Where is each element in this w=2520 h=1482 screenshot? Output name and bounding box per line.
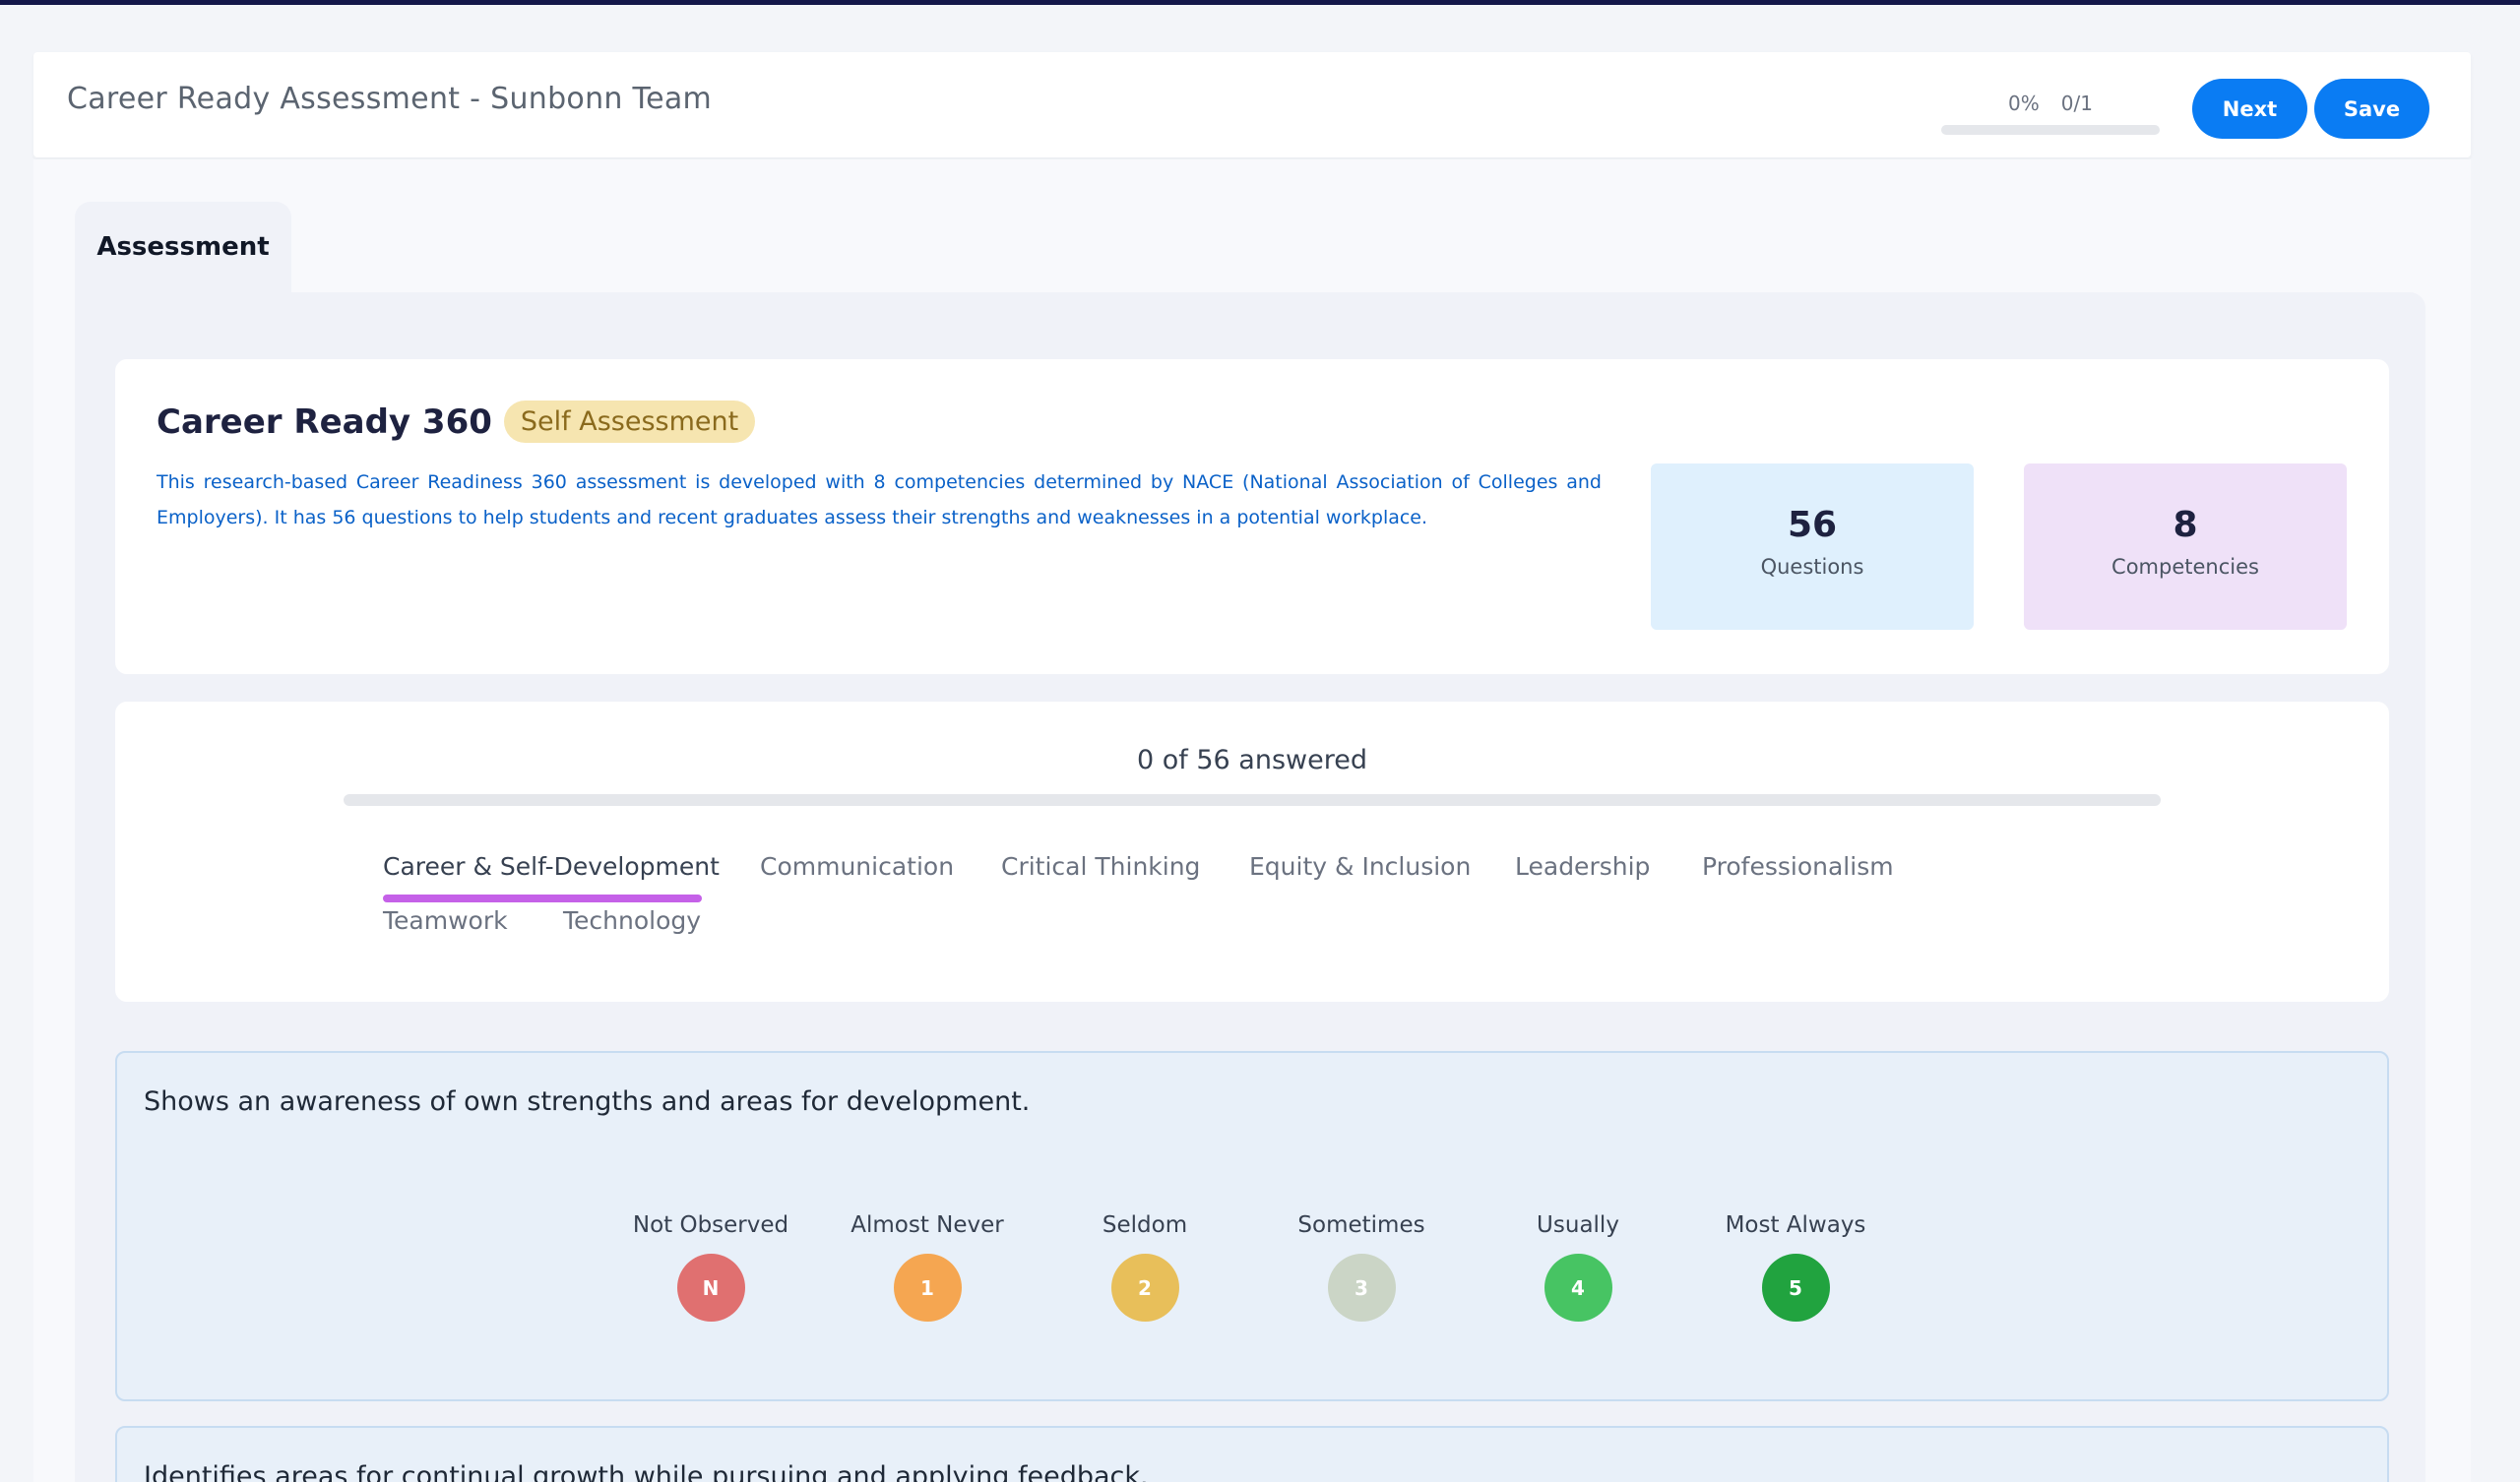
rating-option-usually: Usually 4 <box>1470 1212 1686 1322</box>
assessment-type-badge: Self Assessment <box>503 401 756 443</box>
competencies-stat: 8 Competencies <box>2024 463 2347 630</box>
rating-option-not-observed: Not Observed N <box>602 1212 819 1322</box>
progress-percent: 0% <box>2008 92 2040 115</box>
question-card: Identifies areas for continual growth wh… <box>115 1426 2389 1482</box>
assessment-description: This research-based Career Readiness 360… <box>157 471 1602 528</box>
active-tab-indicator <box>383 895 702 902</box>
assessment-title: Career Ready 360 <box>157 401 492 442</box>
tab-teamwork[interactable]: Teamwork <box>383 906 508 935</box>
category-progress-card: 0 of 56 answered Career & Self-Developme… <box>115 702 2389 1002</box>
tab-leadership[interactable]: Leadership <box>1515 852 1650 881</box>
tab-communication[interactable]: Communication <box>760 852 954 881</box>
answered-count: 0 of 56 answered <box>1137 745 1367 775</box>
questions-count: 56 <box>1787 505 1838 545</box>
rating-label: Seldom <box>1102 1212 1188 1238</box>
tab-critical-thinking[interactable]: Critical Thinking <box>1001 852 1200 881</box>
assessment-info-card: Career Ready 360 Self Assessment This re… <box>115 359 2389 674</box>
tab-equity-inclusion[interactable]: Equity & Inclusion <box>1249 852 1471 881</box>
question-text: Identifies areas for continual growth wh… <box>144 1461 1149 1482</box>
rating-button-n[interactable]: N <box>676 1254 745 1322</box>
rating-button-3[interactable]: 3 <box>1327 1254 1396 1322</box>
page-header: Career Ready Assessment - Sunbonn Team 0… <box>33 52 2471 157</box>
rating-label: Sometimes <box>1297 1212 1425 1238</box>
rating-button-4[interactable]: 4 <box>1544 1254 1612 1322</box>
rating-button-5[interactable]: 5 <box>1761 1254 1830 1322</box>
rating-label: Usually <box>1537 1212 1619 1238</box>
progress-bar <box>1941 125 2160 135</box>
page-title: Career Ready Assessment - Sunbonn Team <box>67 82 713 116</box>
save-button[interactable]: Save <box>2314 79 2429 139</box>
competencies-count: 8 <box>2173 505 2198 545</box>
rating-option-sometimes: Sometimes 3 <box>1253 1212 1470 1322</box>
rating-option-most-always: Most Always 5 <box>1687 1212 1904 1322</box>
rating-button-1[interactable]: 1 <box>893 1254 962 1322</box>
questions-label: Questions <box>1760 555 1864 579</box>
rating-option-seldom: Seldom 2 <box>1037 1212 1253 1322</box>
rating-label: Almost Never <box>850 1212 1004 1238</box>
rating-button-2[interactable]: 2 <box>1110 1254 1179 1322</box>
rating-label: Not Observed <box>632 1212 789 1238</box>
tab-assessment[interactable]: Assessment <box>75 202 291 292</box>
answered-progress-bar <box>344 794 2161 806</box>
question-text: Shows an awareness of own strengths and … <box>144 1086 1031 1117</box>
tab-career-self-development[interactable]: Career & Self-Development <box>383 852 720 881</box>
next-button[interactable]: Next <box>2192 79 2307 139</box>
question-card: Shows an awareness of own strengths and … <box>115 1051 2389 1401</box>
top-accent-line <box>0 0 2520 5</box>
rating-option-almost-never: Almost Never 1 <box>819 1212 1036 1322</box>
progress-count: 0/1 <box>2060 92 2093 115</box>
tab-technology[interactable]: Technology <box>563 906 701 935</box>
rating-label: Most Always <box>1725 1212 1866 1238</box>
competencies-label: Competencies <box>2111 555 2259 579</box>
tab-professionalism[interactable]: Professionalism <box>1702 852 1894 881</box>
questions-stat: 56 Questions <box>1651 463 1974 630</box>
overall-progress: 0% 0/1 <box>1941 92 2160 135</box>
